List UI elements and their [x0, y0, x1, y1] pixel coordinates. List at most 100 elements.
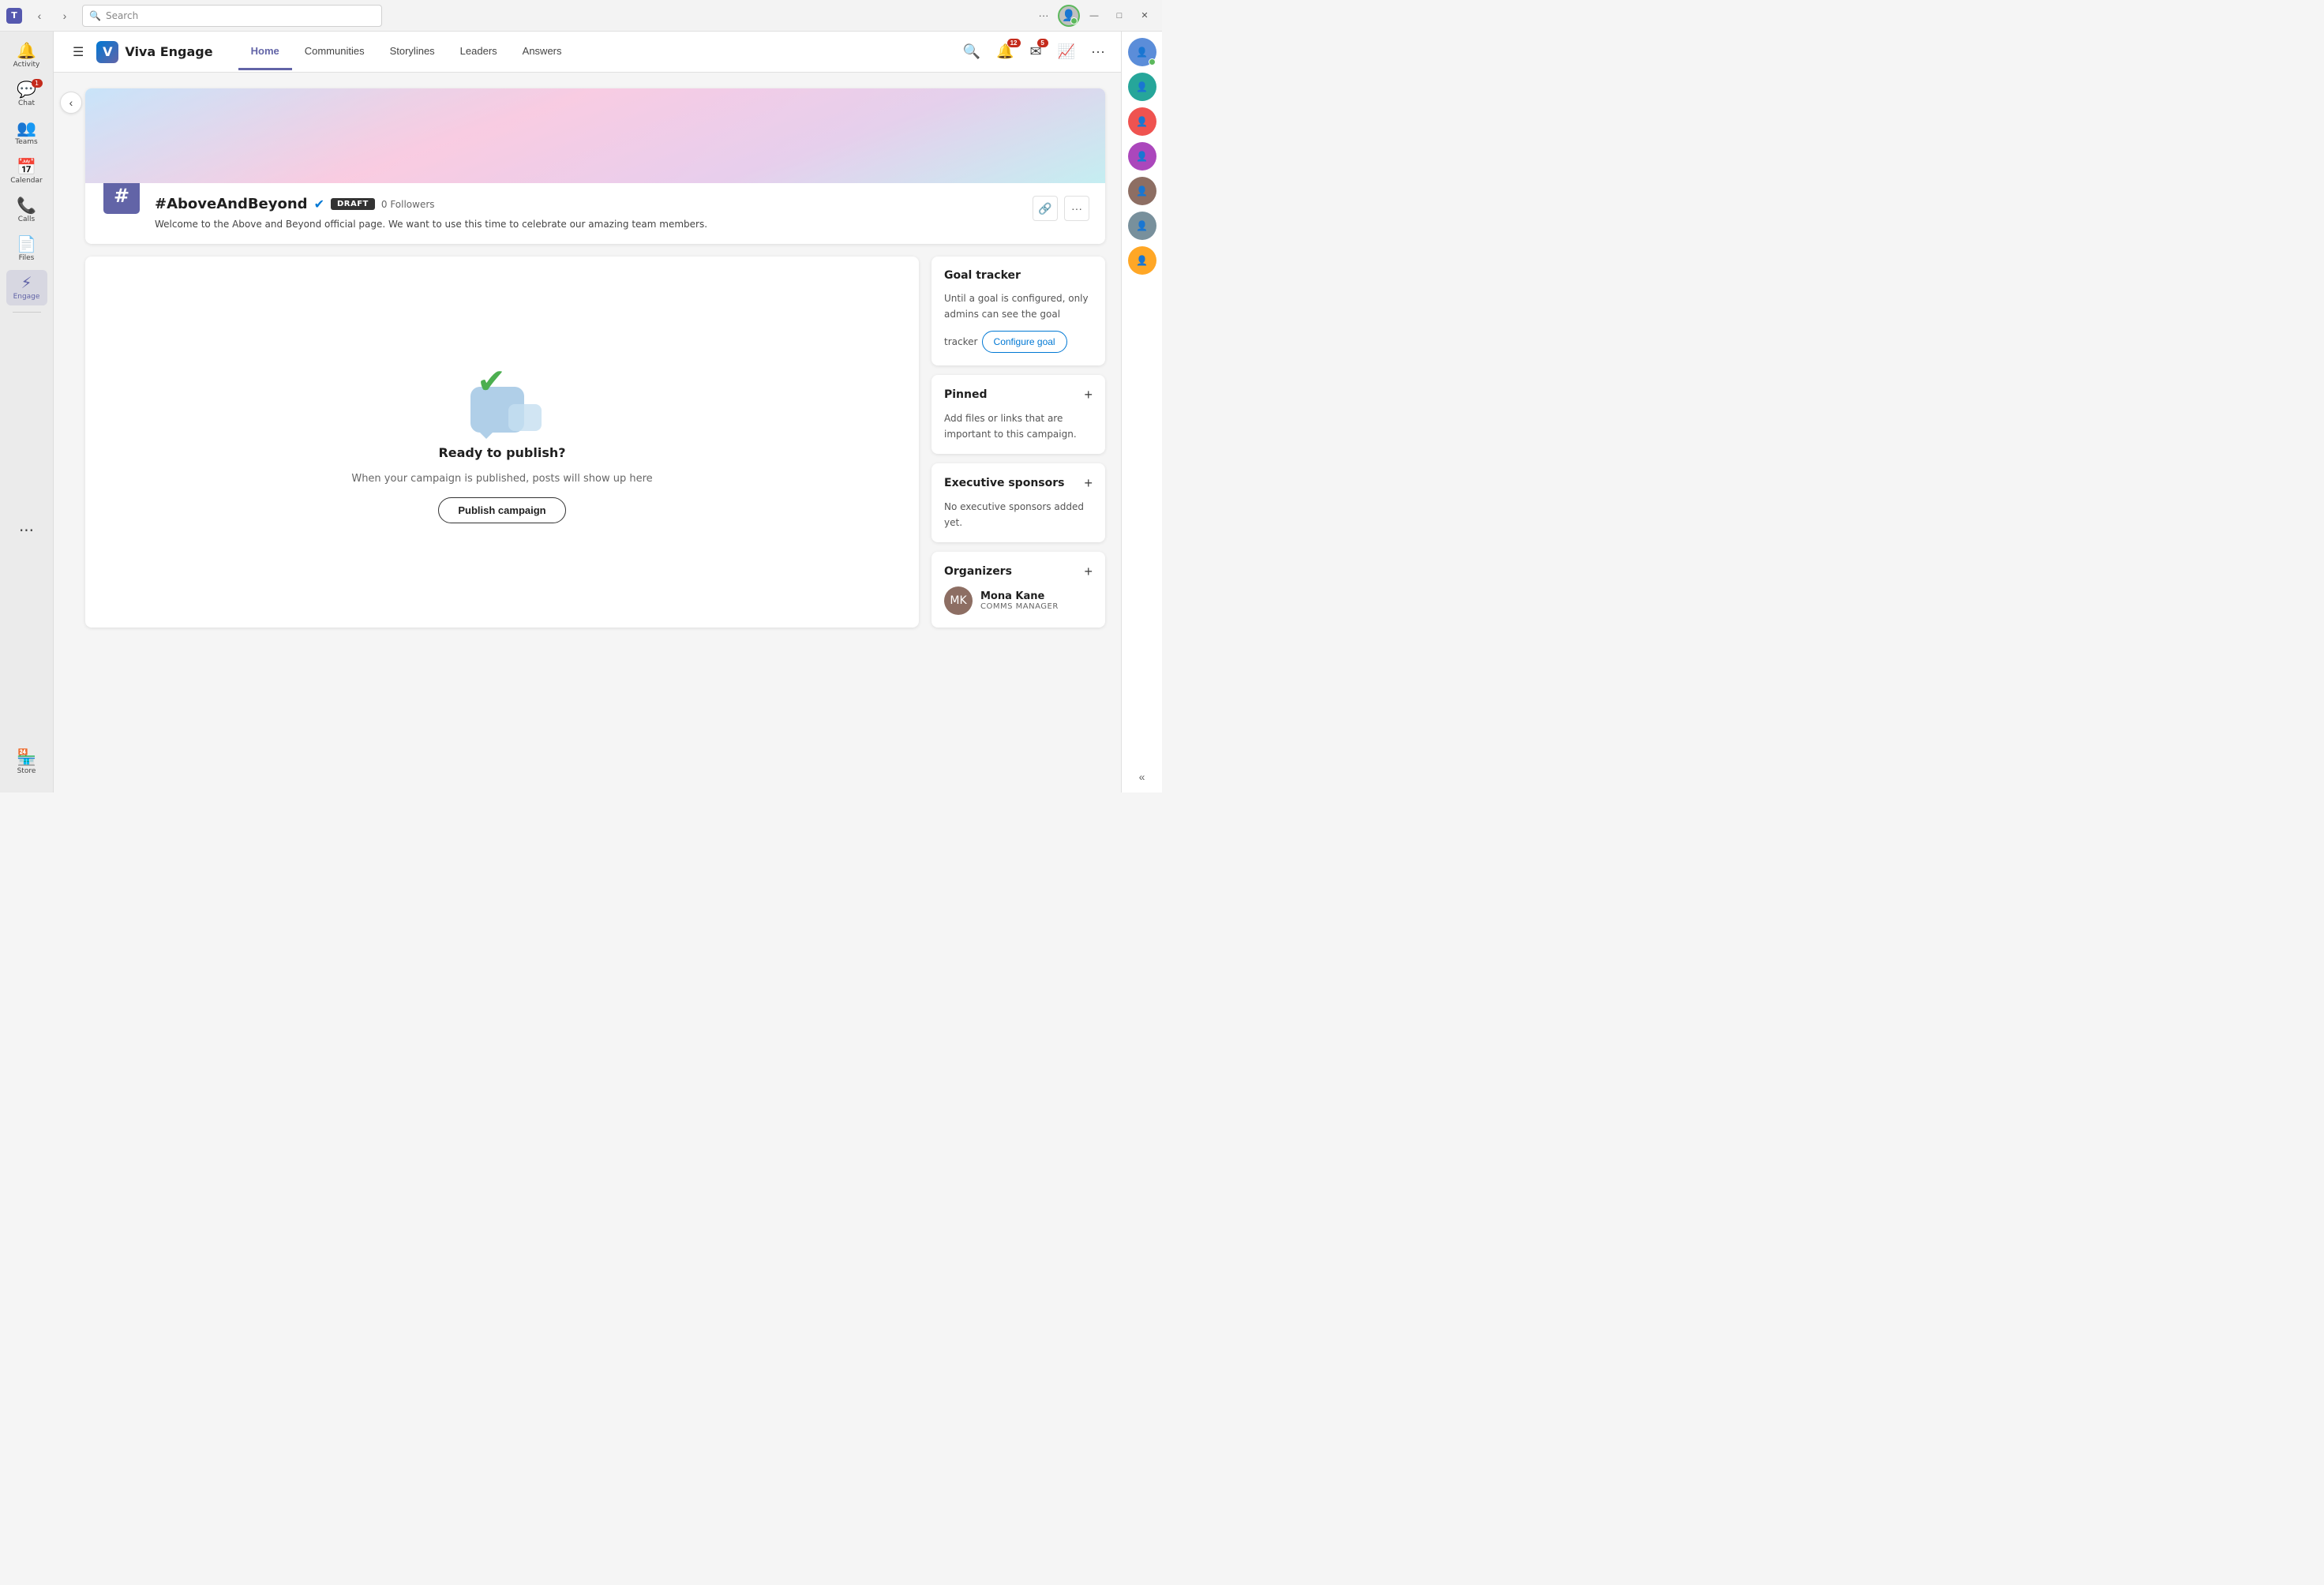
campaign-info: # #AboveAndBeyond ✔ DRAFT 0 Followers We… — [85, 183, 1105, 244]
tab-storylines[interactable]: Storylines — [377, 34, 448, 70]
title-search-bar[interactable]: 🔍 Search — [82, 5, 382, 27]
presence-dot-1 — [1149, 58, 1156, 66]
back-button[interactable]: ‹ — [28, 5, 51, 27]
hamburger-button[interactable]: ☰ — [66, 41, 90, 63]
tab-communities[interactable]: Communities — [292, 34, 377, 70]
forward-button[interactable]: › — [54, 5, 76, 27]
nav-more-button[interactable]: ··· — [1088, 40, 1108, 63]
analytics-icon: 📈 — [1058, 43, 1075, 59]
configure-goal-button[interactable]: Configure goal — [982, 331, 1067, 353]
publish-campaign-button[interactable]: Publish campaign — [438, 497, 565, 523]
sidebar-label-calendar: Calendar — [10, 177, 42, 185]
checkmark-icon: ✔ — [477, 362, 506, 402]
more-icon: ··· — [1091, 43, 1105, 59]
sidebar-item-activity[interactable]: 🔔 Activity — [6, 38, 47, 73]
organizer-role: COMMS MANAGER — [980, 602, 1059, 611]
campaign-details: #AboveAndBeyond ✔ DRAFT 0 Followers Welc… — [155, 196, 1020, 231]
sidebar-item-files[interactable]: 📄 Files — [6, 231, 47, 267]
tab-answers[interactable]: Answers — [510, 34, 575, 70]
notifications-badge: 12 — [1007, 39, 1021, 47]
executive-sponsors-title: Executive sponsors — [944, 477, 1064, 489]
sidebar-item-store[interactable]: 🏪 Store — [6, 744, 47, 780]
search-icon: 🔍 — [89, 10, 101, 21]
nav-tabs: Home Communities Storylines Leaders Answ… — [238, 34, 575, 70]
right-sidebar-collapse-button[interactable]: « — [1136, 767, 1149, 786]
executive-sponsors-add-button[interactable]: + — [1084, 476, 1093, 490]
sidebar-label-files: Files — [19, 254, 35, 262]
search-icon: 🔍 — [963, 43, 980, 59]
nav-search-button[interactable]: 🔍 — [960, 40, 984, 63]
sidebar-label-store: Store — [17, 767, 36, 775]
minimize-button[interactable]: — — [1083, 5, 1105, 27]
verified-icon: ✔ — [314, 197, 324, 212]
organizers-add-button[interactable]: + — [1084, 564, 1093, 579]
main-content: ☰ V Viva Engage Home Communities Storyli… — [54, 32, 1121, 792]
sidebar-label-calls: Calls — [18, 215, 36, 223]
chat-badge: 1 — [32, 79, 43, 88]
campaign-description: Welcome to the Above and Beyond official… — [155, 217, 1020, 231]
sidebar-item-engage[interactable]: ⚡ Engage — [6, 270, 47, 305]
left-sidebar: 🔔 Activity 1 💬 Chat 👥 Teams 📅 Calendar 📞… — [0, 32, 54, 792]
followers-count: 0 Followers — [381, 199, 435, 210]
ready-illustration: ✔ — [463, 362, 542, 433]
goal-tracker-card: Goal tracker Until a goal is configured,… — [931, 257, 1105, 365]
organizer-info: Mona Kane COMMS MANAGER — [980, 590, 1059, 611]
presence-avatar-4[interactable]: 👤 — [1128, 142, 1156, 170]
copy-link-button[interactable]: 🔗 — [1033, 196, 1058, 221]
presence-avatar-3[interactable]: 👤 — [1128, 107, 1156, 136]
back-page-button[interactable]: ‹ — [60, 92, 82, 114]
search-placeholder: Search — [106, 10, 138, 21]
sidebar-item-teams[interactable]: 👥 Teams — [6, 115, 47, 151]
sidebar-item-calls[interactable]: 📞 Calls — [6, 193, 47, 228]
title-bar-actions: ··· 👤 — □ ✕ — [1033, 5, 1156, 27]
presence-avatar-5[interactable]: 👤 — [1128, 177, 1156, 205]
nav-actions: 🔍 🔔 12 ✉ 5 📈 ··· — [960, 40, 1108, 63]
tab-home[interactable]: Home — [238, 34, 292, 70]
maximize-button[interactable]: □ — [1108, 5, 1130, 27]
nav-mail-button[interactable]: ✉ 5 — [1027, 40, 1045, 63]
sidebar-label-engage: Engage — [13, 293, 40, 301]
pinned-description: Add files or links that are important to… — [944, 413, 1077, 440]
pinned-add-button[interactable]: + — [1084, 388, 1093, 402]
pinned-title: Pinned — [944, 388, 988, 401]
app-layout: 🔔 Activity 1 💬 Chat 👥 Teams 📅 Calendar 📞… — [0, 32, 1162, 792]
sidebar-item-chat[interactable]: 1 💬 Chat — [6, 77, 47, 112]
nav-analytics-button[interactable]: 📈 — [1055, 40, 1078, 63]
ellipsis-icon: ··· — [1071, 202, 1082, 215]
presence-avatar-6[interactable]: 👤 — [1128, 212, 1156, 240]
calls-icon: 📞 — [17, 197, 36, 213]
mail-badge: 5 — [1037, 39, 1048, 47]
more-options-button[interactable]: ··· — [1033, 5, 1055, 27]
campaign-title-row: #AboveAndBeyond ✔ DRAFT 0 Followers — [155, 196, 1020, 212]
presence-avatar-1[interactable]: 👤 — [1128, 38, 1156, 66]
organizer-name: Mona Kane — [980, 590, 1059, 602]
app-brand: V Viva Engage — [96, 41, 212, 63]
pinned-card: Pinned + Add files or links that are imp… — [931, 375, 1105, 454]
content-body: ✔ Ready to publish? When your campaign i… — [85, 257, 1105, 628]
campaign-header-card: # #AboveAndBeyond ✔ DRAFT 0 Followers We… — [85, 88, 1105, 244]
link-icon: 🔗 — [1038, 202, 1051, 215]
goal-tracker-title: Goal tracker — [944, 269, 1021, 282]
teams-icon: 👥 — [17, 120, 36, 136]
presence-avatar-7[interactable]: 👤 — [1128, 246, 1156, 275]
sidebar-more-button[interactable]: ··· — [6, 518, 47, 543]
user-avatar[interactable]: 👤 — [1058, 5, 1080, 27]
draft-badge: DRAFT — [331, 198, 375, 210]
collapse-icon: « — [1139, 770, 1145, 783]
sidebar-label-activity: Activity — [13, 61, 40, 69]
executive-sponsors-header: Executive sponsors + — [944, 476, 1093, 490]
nav-notifications-button[interactable]: 🔔 12 — [993, 40, 1017, 63]
presence-avatar-2[interactable]: 👤 — [1128, 73, 1156, 101]
close-button[interactable]: ✕ — [1134, 5, 1156, 27]
sidebar-item-calendar[interactable]: 📅 Calendar — [6, 154, 47, 189]
organizer-initials: MK — [950, 594, 966, 607]
engage-icon: ⚡ — [21, 275, 32, 290]
top-nav: ☰ V Viva Engage Home Communities Storyli… — [54, 32, 1121, 73]
more-campaign-button[interactable]: ··· — [1064, 196, 1089, 221]
campaign-banner — [85, 88, 1105, 183]
sidebar-label-chat: Chat — [18, 99, 35, 107]
brand-name-text: Viva Engage — [125, 44, 212, 59]
goal-tracker-header: Goal tracker — [944, 269, 1093, 282]
tab-leaders[interactable]: Leaders — [448, 34, 510, 70]
speech-bubble-small — [508, 404, 542, 431]
